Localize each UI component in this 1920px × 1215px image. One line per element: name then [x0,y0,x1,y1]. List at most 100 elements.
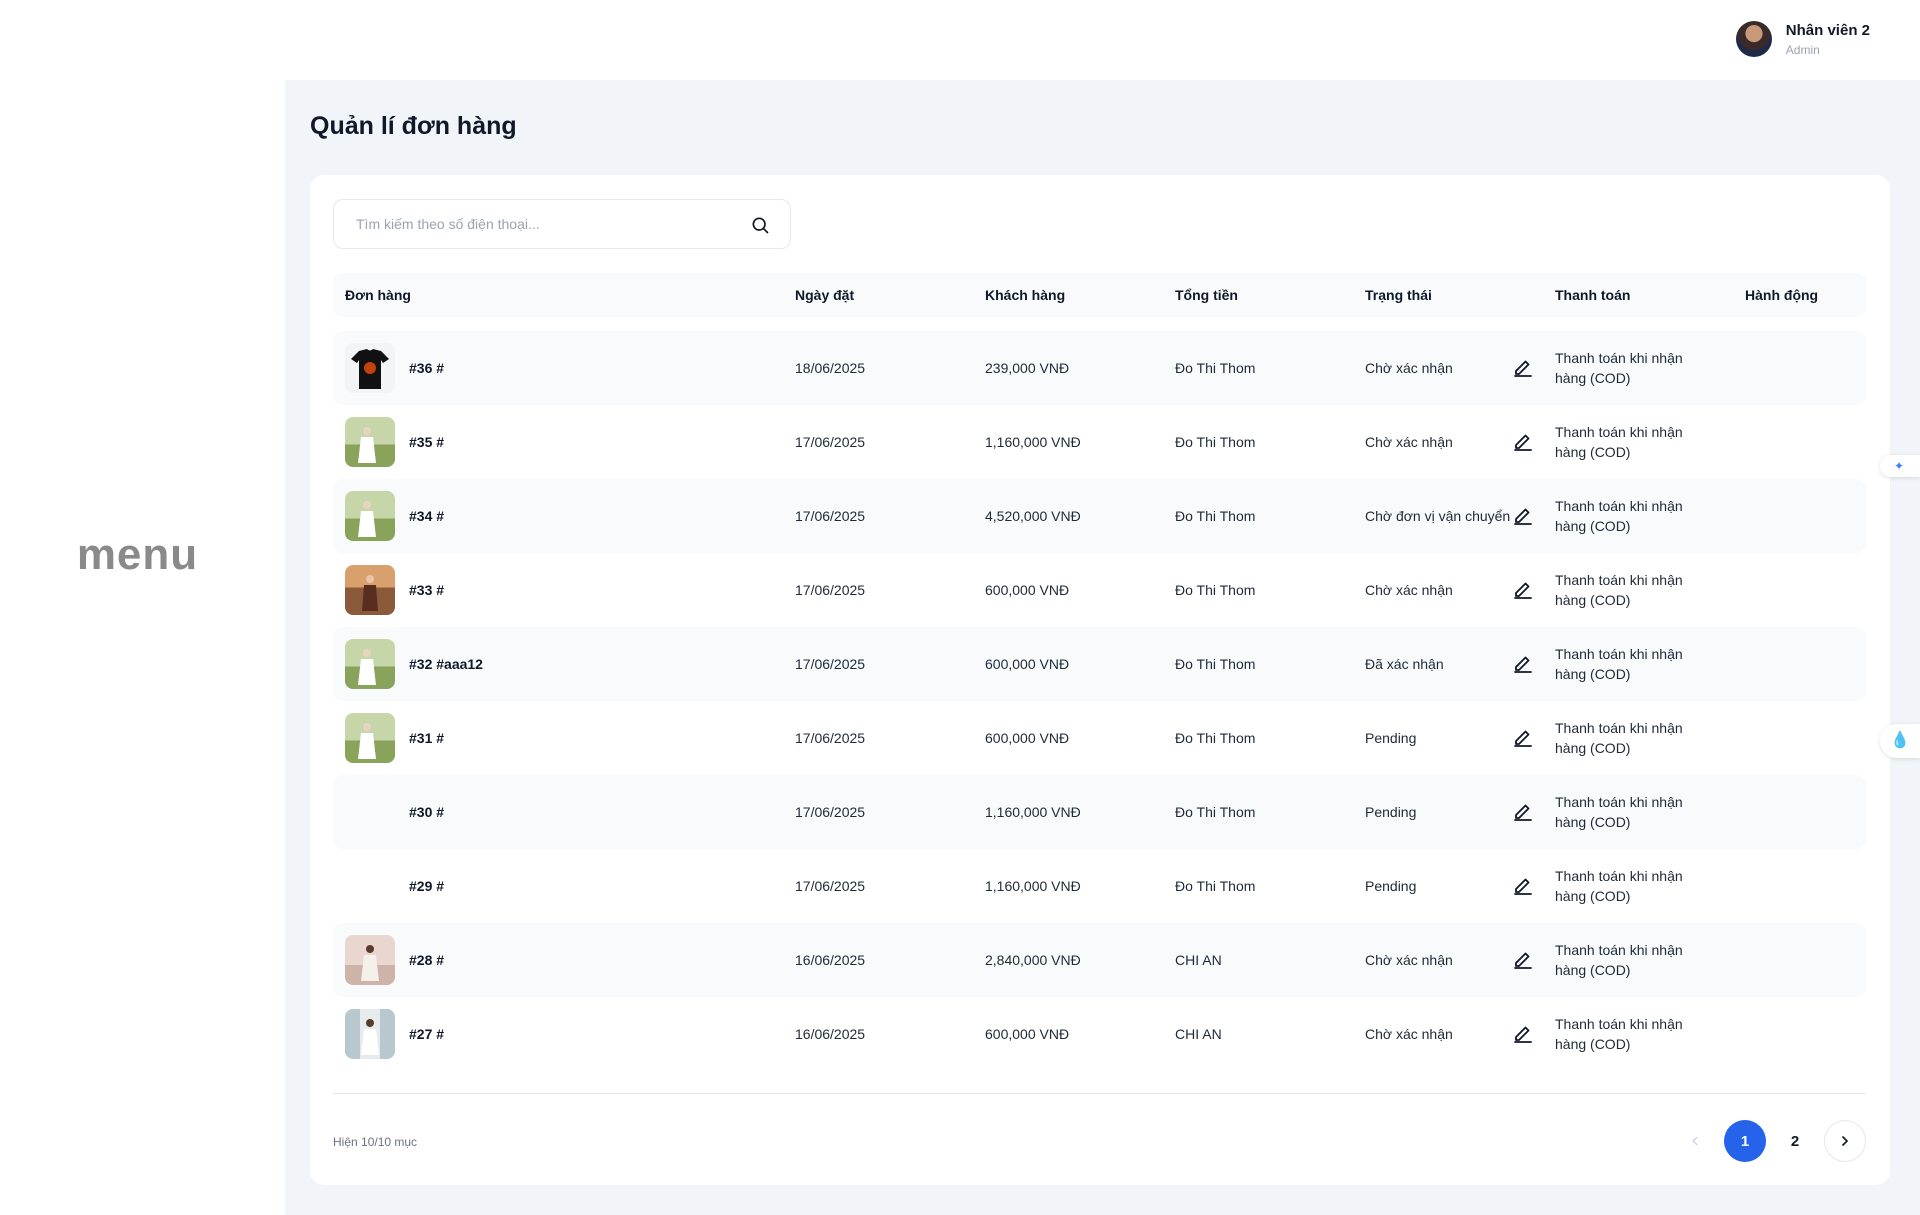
order-status: Chờ xác nhận [1365,434,1453,450]
order-total: 1,160,000 VNĐ [985,878,1081,894]
order-id[interactable]: #30 # [409,775,444,849]
table-row[interactable]: #27 # 16/06/2025 600,000 VNĐ CHI AN Chờ … [333,997,1866,1071]
sidebar: menu [0,80,285,1215]
customer-name: Đo Thi Thom [1175,508,1256,524]
product-thumbnail [345,343,395,393]
product-thumbnail [345,935,395,985]
search-icon[interactable] [750,215,770,235]
pencil-icon[interactable] [1511,504,1535,528]
table-row[interactable]: #35 # 17/06/2025 1,160,000 VNĐ Đo Thi Th… [333,405,1866,479]
column-header-customer: Khách hàng [985,287,1066,303]
customer-name: CHI AN [1175,1026,1222,1042]
customer-name: CHI AN [1175,952,1222,968]
order-total: 4,520,000 VNĐ [985,508,1081,524]
order-date: 17/06/2025 [795,508,866,524]
order-status: Chờ xác nhận [1365,582,1453,598]
droplet-widget-icon[interactable]: 💧 [1880,724,1920,758]
orders-card: Đơn hàng Ngày đặt Khách hàng Tổng tiền T… [310,175,1890,1185]
pencil-icon[interactable] [1511,356,1535,380]
pencil-icon[interactable] [1511,874,1535,898]
order-date: 16/06/2025 [795,952,866,968]
order-id[interactable]: #27 # [409,997,444,1071]
column-header-status: Trạng thái [1365,287,1432,303]
order-total: 600,000 VNĐ [985,1026,1070,1042]
order-date: 17/06/2025 [795,804,866,820]
product-thumbnail [345,639,395,689]
sparkle-widget-icon[interactable]: ✦ [1880,455,1920,477]
table-row[interactable]: #29 # 17/06/2025 1,160,000 VNĐ Đo Thi Th… [333,849,1866,923]
pencil-icon[interactable] [1511,652,1535,676]
pagination-page-1[interactable]: 1 [1724,1120,1766,1162]
product-thumbnail [345,417,395,467]
order-total: 1,160,000 VNĐ [985,434,1081,450]
order-total: 2,840,000 VNĐ [985,952,1081,968]
top-bar: Nhân viên 2 Admin [0,0,1920,80]
pencil-icon[interactable] [1511,430,1535,454]
pencil-icon[interactable] [1511,800,1535,824]
order-id[interactable]: #35 # [409,405,444,479]
table-row[interactable]: #28 # 16/06/2025 2,840,000 VNĐ CHI AN Ch… [333,923,1866,997]
column-header-action: Hành động [1745,287,1819,303]
table-row[interactable]: #36 # 18/06/2025 239,000 VNĐ Đo Thi Thom… [333,331,1866,405]
payment-method: Thanh toán khi nhận hàng (COD) [1555,498,1683,534]
payment-method: Thanh toán khi nhận hàng (COD) [1555,424,1683,460]
order-date: 17/06/2025 [795,582,866,598]
order-total: 600,000 VNĐ [985,730,1070,746]
page-title: Quản lí đơn hàng [310,112,517,140]
table-row[interactable]: #31 # 17/06/2025 600,000 VNĐ Đo Thi Thom… [333,701,1866,775]
customer-name: Đo Thi Thom [1175,804,1256,820]
main-content: Quản lí đơn hàng Đơn hàng Ngày đặt Khách… [285,80,1920,1215]
product-thumbnail [345,713,395,763]
order-status: Đã xác nhận [1365,656,1444,672]
column-header-payment: Thanh toán [1555,287,1631,303]
order-status: Pending [1365,730,1417,746]
table-row[interactable]: #30 # 17/06/2025 1,160,000 VNĐ Đo Thi Th… [333,775,1866,849]
order-date: 18/06/2025 [795,360,866,376]
pagination: 1 2 [1674,1120,1866,1162]
pencil-icon[interactable] [1511,726,1535,750]
user-info: Nhân viên 2 Admin [1786,22,1870,57]
table-row[interactable]: #34 # 17/06/2025 4,520,000 VNĐ Đo Thi Th… [333,479,1866,553]
order-total: 1,160,000 VNĐ [985,804,1081,820]
payment-method: Thanh toán khi nhận hàng (COD) [1555,1016,1683,1052]
user-role: Admin [1785,42,1820,57]
order-id[interactable]: #31 # [409,701,444,775]
payment-method: Thanh toán khi nhận hàng (COD) [1555,794,1683,830]
column-header-order: Đơn hàng [345,287,411,303]
product-thumbnail [345,1009,395,1059]
pagination-prev-button[interactable] [1674,1120,1716,1162]
pencil-icon[interactable] [1511,948,1535,972]
order-date: 17/06/2025 [795,434,866,450]
customer-name: Đo Thi Thom [1175,360,1256,376]
payment-method: Thanh toán khi nhận hàng (COD) [1555,868,1683,904]
table-row[interactable]: #32 #aaa12 17/06/2025 600,000 VNĐ Đo Thi… [333,627,1866,701]
order-id[interactable]: #33 # [409,553,444,627]
payment-method: Thanh toán khi nhận hàng (COD) [1555,646,1683,682]
pencil-icon[interactable] [1511,1022,1535,1046]
payment-method: Thanh toán khi nhận hàng (COD) [1555,572,1683,608]
search-input[interactable] [356,200,736,248]
pagination-page-2[interactable]: 2 [1774,1120,1816,1162]
avatar[interactable] [1735,21,1772,57]
pencil-icon[interactable] [1511,578,1535,602]
user-name: Nhân viên 2 [1785,21,1870,39]
order-status: Chờ xác nhận [1365,360,1453,376]
order-status: Chờ đơn vị vận chuyển [1365,508,1511,524]
column-header-date: Ngày đặt [795,287,855,303]
order-id[interactable]: #34 # [409,479,444,553]
pagination-next-button[interactable] [1824,1120,1866,1162]
chevron-right-icon [1842,1136,1849,1146]
order-status: Chờ xác nhận [1365,1026,1453,1042]
table-header: Đơn hàng Ngày đặt Khách hàng Tổng tiền T… [333,273,1866,317]
order-id[interactable]: #28 # [409,923,444,997]
order-id[interactable]: #29 # [409,849,444,923]
order-id[interactable]: #32 #aaa12 [409,627,483,701]
table-row[interactable]: #33 # 17/06/2025 600,000 VNĐ Đo Thi Thom… [333,553,1866,627]
product-thumbnail [345,565,395,615]
column-header-total: Tổng tiền [1175,287,1238,303]
order-date: 16/06/2025 [795,1026,866,1042]
order-date: 17/06/2025 [795,878,866,894]
order-id[interactable]: #36 # [409,331,444,405]
payment-method: Thanh toán khi nhận hàng (COD) [1555,942,1683,978]
user-profile[interactable]: Nhân viên 2 Admin [1735,21,1870,57]
